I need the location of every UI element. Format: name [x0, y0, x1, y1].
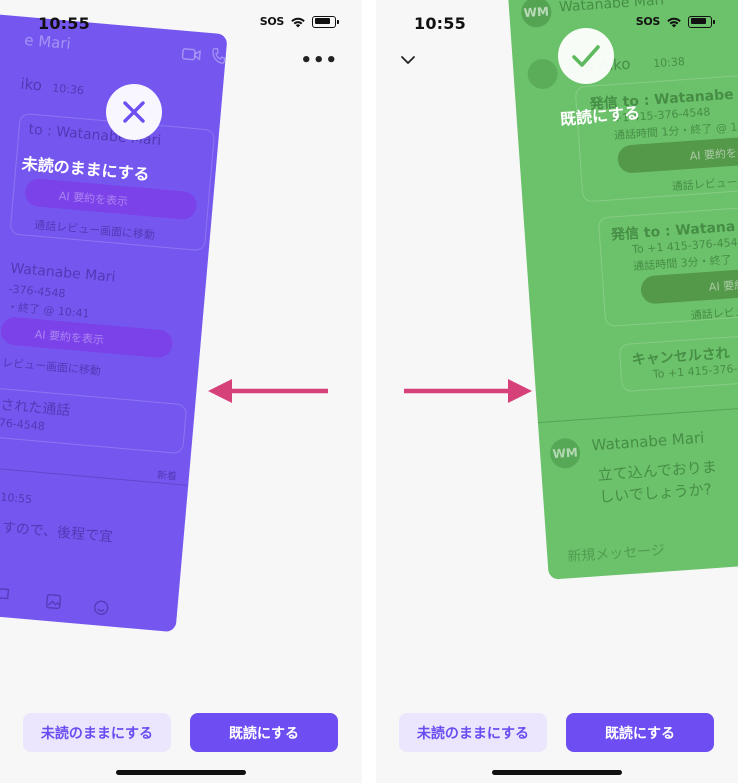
new-badge: 新着: [156, 470, 178, 483]
message-sender: Watanabe Mari: [591, 428, 705, 455]
ghost-number: -376-4548: [8, 282, 66, 301]
new-message-placeholder: 新規メッセージ: [566, 542, 666, 566]
review-link-2: レビュー画面に移動: [1, 356, 102, 378]
close-icon: [123, 101, 145, 123]
status-icons: SOS: [259, 15, 339, 28]
phone-call-icon: [212, 47, 226, 64]
more-options-icon[interactable]: •••: [300, 50, 338, 71]
home-indicator: [116, 770, 246, 775]
sos-indicator: SOS: [635, 15, 661, 28]
ghost-time: 10:36: [51, 81, 85, 98]
ghost-watanabe: Watanabe Mari: [9, 260, 117, 286]
chat-icon: [0, 587, 10, 603]
mark-read-button[interactable]: 既読にする: [190, 713, 338, 752]
action-bar: 未読のままにする 既読にする: [376, 713, 738, 753]
ai-summary-label-2: AI 要約: [708, 278, 738, 294]
status-icons: SOS: [635, 15, 715, 28]
battery-icon: [312, 15, 339, 28]
ghost-message: ますので、後程で宜: [0, 518, 114, 546]
unread-badge: [106, 84, 162, 140]
swipe-card-read[interactable]: WM Watanabe Mari aka Aiko 10:38 発信 to : …: [507, 0, 738, 580]
review-link-2: 通話レビュ: [690, 305, 738, 323]
divider: [537, 401, 738, 424]
status-time: 10:55: [38, 14, 90, 33]
action-bar: 未読のままにする 既読にする: [0, 713, 362, 753]
keep-unread-button[interactable]: 未読のままにする: [23, 713, 171, 752]
mark-read-button[interactable]: 既読にする: [566, 713, 714, 752]
status-time: 10:55: [414, 14, 466, 33]
swipe-left-arrow-icon: [208, 379, 328, 403]
ghost-message-2: 。: [0, 537, 1, 558]
status-bar: 10:55 SOS: [376, 0, 738, 46]
video-call-icon: [181, 48, 201, 61]
ghost-name: iko: [19, 74, 43, 95]
phone-screen-left: 10:55 SOS ••• e Mari iko 10:36 to : Wata…: [0, 0, 362, 783]
swipe-right-arrow-icon: [404, 379, 532, 403]
message-avatar-initials: WM: [552, 445, 579, 462]
ghost-time-2: 10:55: [0, 490, 33, 507]
image-icon: [45, 593, 62, 610]
chevron-down-icon[interactable]: [400, 54, 416, 66]
wifi-icon: [291, 17, 305, 27]
avatar-aiko: [526, 57, 559, 90]
status-bar: 10:55 SOS: [0, 0, 362, 46]
battery-icon: [688, 15, 715, 28]
sos-indicator: SOS: [259, 15, 285, 28]
ai-summary-label: AI 要約を表: [689, 145, 738, 163]
home-indicator: [492, 770, 622, 775]
phone-screen-right: 10:55 SOS WM Watanabe Mari aka Aiko 10:3…: [376, 0, 738, 783]
wifi-icon: [667, 17, 681, 27]
emoji-icon: [94, 600, 109, 615]
message-avatar: WM: [549, 437, 582, 470]
ghost-time: 10:38: [652, 55, 686, 71]
check-icon: [572, 45, 600, 67]
keep-unread-button[interactable]: 未読のままにする: [399, 713, 547, 752]
